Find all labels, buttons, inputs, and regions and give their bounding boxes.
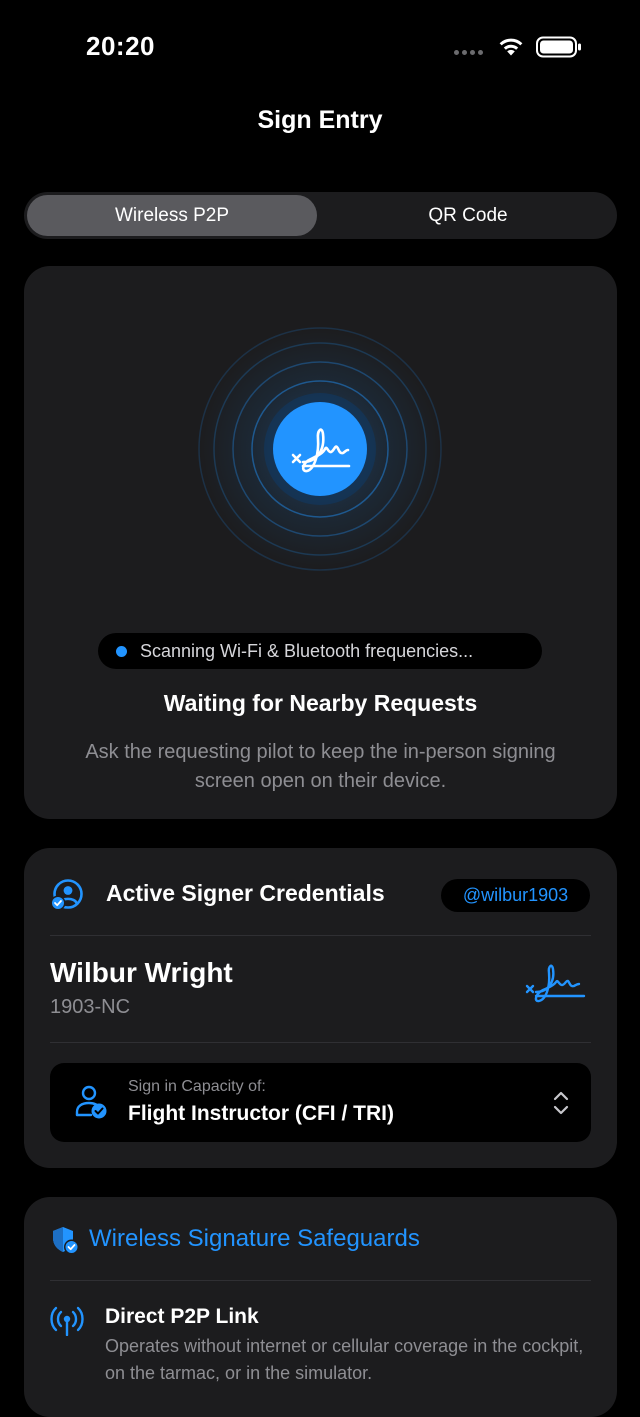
signer-name: Wilbur Wright <box>50 957 233 988</box>
signature-icon <box>525 964 586 1003</box>
safeguards-card: Wireless Signature Safeguards Direct P2P… <box>24 1197 617 1417</box>
cellular-signal-icon <box>454 50 488 56</box>
status-time: 20:20 <box>86 31 155 61</box>
credentials-heading: Active Signer Credentials <box>106 880 385 906</box>
scan-status-text: Scanning Wi-Fi & Bluetooth frequencies..… <box>140 641 474 661</box>
divider <box>50 1042 591 1043</box>
credentials-card: Active Signer Credentials @wilbur1903 Wi… <box>24 848 617 1168</box>
safeguards-heading: Wireless Signature Safeguards <box>89 1225 420 1252</box>
battery-icon <box>536 36 581 58</box>
shield-checkmark-icon <box>53 1227 79 1255</box>
segment-qr-code[interactable]: QR Code <box>322 195 614 236</box>
capacity-value: Flight Instructor (CFI / TRI) <box>128 1102 394 1125</box>
page-title: Sign Entry <box>257 106 383 134</box>
mode-segmented-control: Wireless P2P QR Code <box>24 192 617 239</box>
waiting-title: Waiting for Nearby Requests <box>163 690 478 716</box>
wifi-icon <box>499 38 523 56</box>
status-bar: 20:20 <box>0 0 640 90</box>
person-checkmark-icon <box>75 1085 107 1119</box>
signer-handle-badge: @wilbur1903 <box>441 879 590 912</box>
radar-pulse <box>198 327 442 571</box>
chevron-up-down-icon <box>553 1091 569 1115</box>
scanning-card: Scanning Wi-Fi & Bluetooth frequencies..… <box>24 266 617 819</box>
scan-status-pill: Scanning Wi-Fi & Bluetooth frequencies..… <box>98 633 542 669</box>
antenna-icon <box>50 1306 84 1336</box>
scanning-indicator-dot <box>116 646 127 657</box>
capacity-selector[interactable]: Sign in Capacity of: Flight Instructor (… <box>50 1063 591 1142</box>
divider <box>50 935 591 936</box>
capacity-label: Sign in Capacity of: <box>128 1078 266 1095</box>
feature-description: Operates without internet or cellular co… <box>105 1336 584 1383</box>
person-badge-icon <box>50 879 83 911</box>
segment-wireless-p2p[interactable]: Wireless P2P <box>27 195 317 236</box>
feature-title: Direct P2P Link <box>105 1305 259 1328</box>
divider <box>50 1280 591 1281</box>
signer-registration: 1903-NC <box>50 996 131 1018</box>
waiting-description: Ask the requesting pilot to keep the in-… <box>85 741 556 792</box>
